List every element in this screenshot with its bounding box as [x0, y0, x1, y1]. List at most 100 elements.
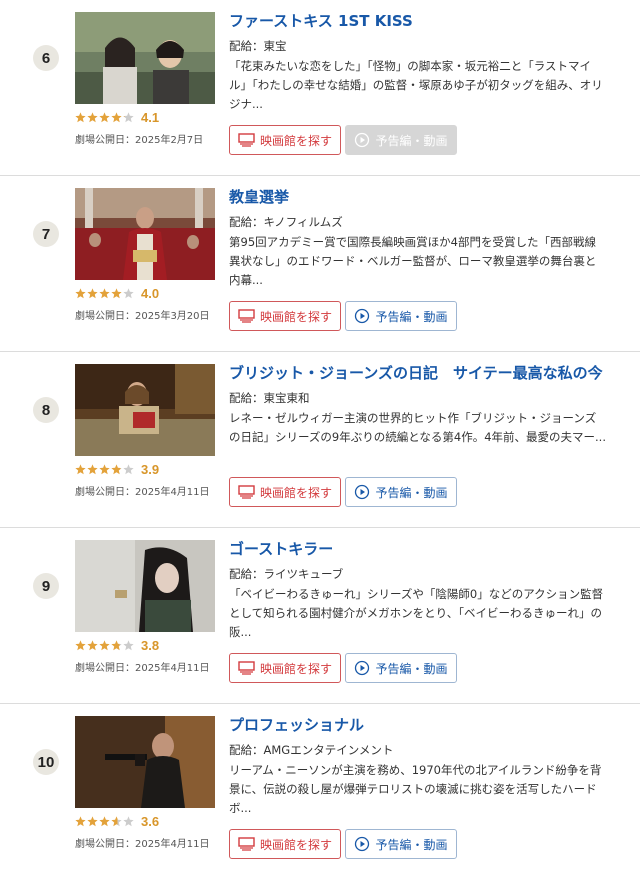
star-rating	[75, 287, 135, 299]
movie-title-link[interactable]: 教皇選挙	[229, 186, 289, 207]
trailer-button[interactable]: 予告編・動画	[345, 829, 457, 859]
movie-item: 9 3.8 劇場公開日：2025年4月11日 ゴーストキラー 配給：ライツキュー…	[0, 528, 640, 704]
distributor: 配給：ライツキューブ	[229, 567, 344, 581]
film-screen-icon	[238, 661, 255, 675]
star-icon	[111, 463, 122, 474]
film-screen-icon	[238, 837, 255, 851]
find-theater-button[interactable]: 映画館を探す	[229, 829, 341, 859]
poster-image	[75, 188, 215, 280]
trailer-button[interactable]: 予告編・動画	[345, 653, 457, 683]
film-screen-icon	[238, 309, 255, 323]
film-screen-icon	[238, 485, 255, 499]
movie-description: 第95回アカデミー賞で国際長編映画賞ほか4部門を受賞した「西部戦線異状なし」のエ…	[229, 235, 597, 287]
star-icon	[99, 463, 110, 474]
star-icon	[123, 815, 134, 826]
release-date: 劇場公開日：2025年2月7日	[75, 135, 204, 146]
distributor: 配給：AMGエンタテインメント	[229, 743, 394, 757]
find-theater-button[interactable]: 映画館を探す	[229, 477, 341, 507]
movie-poster-thumbnail[interactable]	[75, 716, 215, 808]
film-screen-icon	[238, 133, 255, 147]
find-theater-button[interactable]: 映画館を探す	[229, 301, 341, 331]
distributor: 配給：キノフィルムズ	[229, 215, 343, 229]
star-rating	[75, 463, 135, 475]
star-icon	[99, 111, 110, 122]
movie-item: 10 3.6 劇場公開日：2025年4月11日 プロフェッショナル 配給：AMG…	[0, 704, 640, 880]
star-icon	[75, 463, 86, 474]
star-icon	[75, 815, 86, 826]
play-circle-icon	[355, 660, 370, 676]
movie-description: 「ベイビーわるきゅーれ」シリーズや「陰陽師0」などのアクション監督として知られる…	[229, 587, 604, 639]
play-circle-icon	[355, 132, 370, 148]
poster-image	[75, 12, 215, 104]
rank-badge: 10	[33, 749, 59, 775]
rating-score: 4.1	[141, 109, 160, 125]
rating: 4.0	[75, 285, 159, 301]
rating-score: 4.0	[141, 285, 160, 301]
star-icon	[75, 639, 86, 650]
rank-badge: 8	[33, 397, 59, 423]
movie-item: 8 3.9 劇場公開日：2025年4月11日 ブリジット・ジョーンズの日記 サイ…	[0, 352, 640, 528]
trailer-button[interactable]: 予告編・動画	[345, 477, 457, 507]
star-rating	[75, 111, 135, 123]
release-date: 劇場公開日：2025年4月11日	[75, 663, 210, 674]
star-icon	[111, 111, 122, 122]
find-theater-label: 映画館を探す	[259, 485, 332, 500]
poster-image	[75, 364, 215, 456]
play-circle-icon	[355, 308, 370, 324]
movie-poster-thumbnail[interactable]	[75, 364, 215, 456]
trailer-button[interactable]: 予告編・動画	[345, 125, 457, 155]
star-rating	[75, 639, 135, 651]
find-theater-button[interactable]: 映画館を探す	[229, 125, 341, 155]
star-icon	[99, 639, 110, 650]
rank-badge: 7	[33, 221, 59, 247]
trailer-label: 予告編・動画	[375, 133, 448, 148]
rating: 3.8	[75, 637, 159, 653]
movie-title-link[interactable]: ファーストキス 1ST KISS	[229, 10, 413, 31]
star-icon	[87, 815, 98, 826]
star-icon	[123, 287, 134, 298]
movie-title-link[interactable]: プロフェッショナル	[229, 714, 364, 735]
movie-description: リーアム・ニーソンが主演を務め、1970年代の北アイルランド紛争を背景に、伝説の…	[229, 763, 602, 815]
release-date: 劇場公開日：2025年4月11日	[75, 487, 210, 498]
find-theater-label: 映画館を探す	[259, 133, 332, 148]
star-icon	[123, 463, 134, 474]
movie-item: 7 4.0 劇場公開日：2025年3月20日 教皇選挙 配給：キノフィルムズ 第…	[0, 176, 640, 352]
trailer-label: 予告編・動画	[375, 309, 448, 324]
find-theater-button[interactable]: 映画館を探す	[229, 653, 341, 683]
star-icon	[99, 287, 110, 298]
find-theater-label: 映画館を探す	[259, 837, 332, 852]
movie-item: 6 4.1 劇場公開日：2025年2月7日 ファーストキス 1ST KISS 配…	[0, 0, 640, 176]
play-circle-icon	[355, 836, 370, 852]
movie-description: 「花束みたいな恋をした」「怪物」の脚本家・坂元裕二と「ラストマイル」「わたしの幸…	[229, 59, 603, 111]
trailer-button[interactable]: 予告編・動画	[345, 301, 457, 331]
movie-title-link[interactable]: ゴーストキラー	[229, 538, 333, 559]
rating: 3.9	[75, 461, 159, 477]
star-icon	[111, 815, 122, 826]
star-icon	[123, 111, 134, 122]
movie-poster-thumbnail[interactable]	[75, 188, 215, 280]
rank-badge: 6	[33, 45, 59, 71]
star-icon	[87, 463, 98, 474]
rating-score: 3.9	[141, 461, 160, 477]
movie-title-link[interactable]: ブリジット・ジョーンズの日記 サイテー最高な私の今	[229, 362, 603, 383]
star-icon	[87, 287, 98, 298]
rating: 4.1	[75, 109, 159, 125]
movie-poster-thumbnail[interactable]	[75, 540, 215, 632]
release-date: 劇場公開日：2025年4月11日	[75, 839, 210, 850]
movie-ranking-list: 6 4.1 劇場公開日：2025年2月7日 ファーストキス 1ST KISS 配…	[0, 0, 640, 880]
movie-poster-thumbnail[interactable]	[75, 12, 215, 104]
star-icon	[87, 111, 98, 122]
star-rating	[75, 815, 135, 827]
rating-score: 3.6	[141, 813, 160, 829]
star-icon	[111, 639, 122, 650]
rating-score: 3.8	[141, 637, 160, 653]
rating: 3.6	[75, 813, 159, 829]
star-icon	[75, 287, 86, 298]
trailer-label: 予告編・動画	[375, 661, 448, 676]
trailer-label: 予告編・動画	[375, 485, 448, 500]
star-icon	[75, 111, 86, 122]
poster-image	[75, 716, 215, 808]
distributor: 配給：東宝	[229, 39, 287, 53]
find-theater-label: 映画館を探す	[259, 661, 332, 676]
star-icon	[123, 639, 134, 650]
